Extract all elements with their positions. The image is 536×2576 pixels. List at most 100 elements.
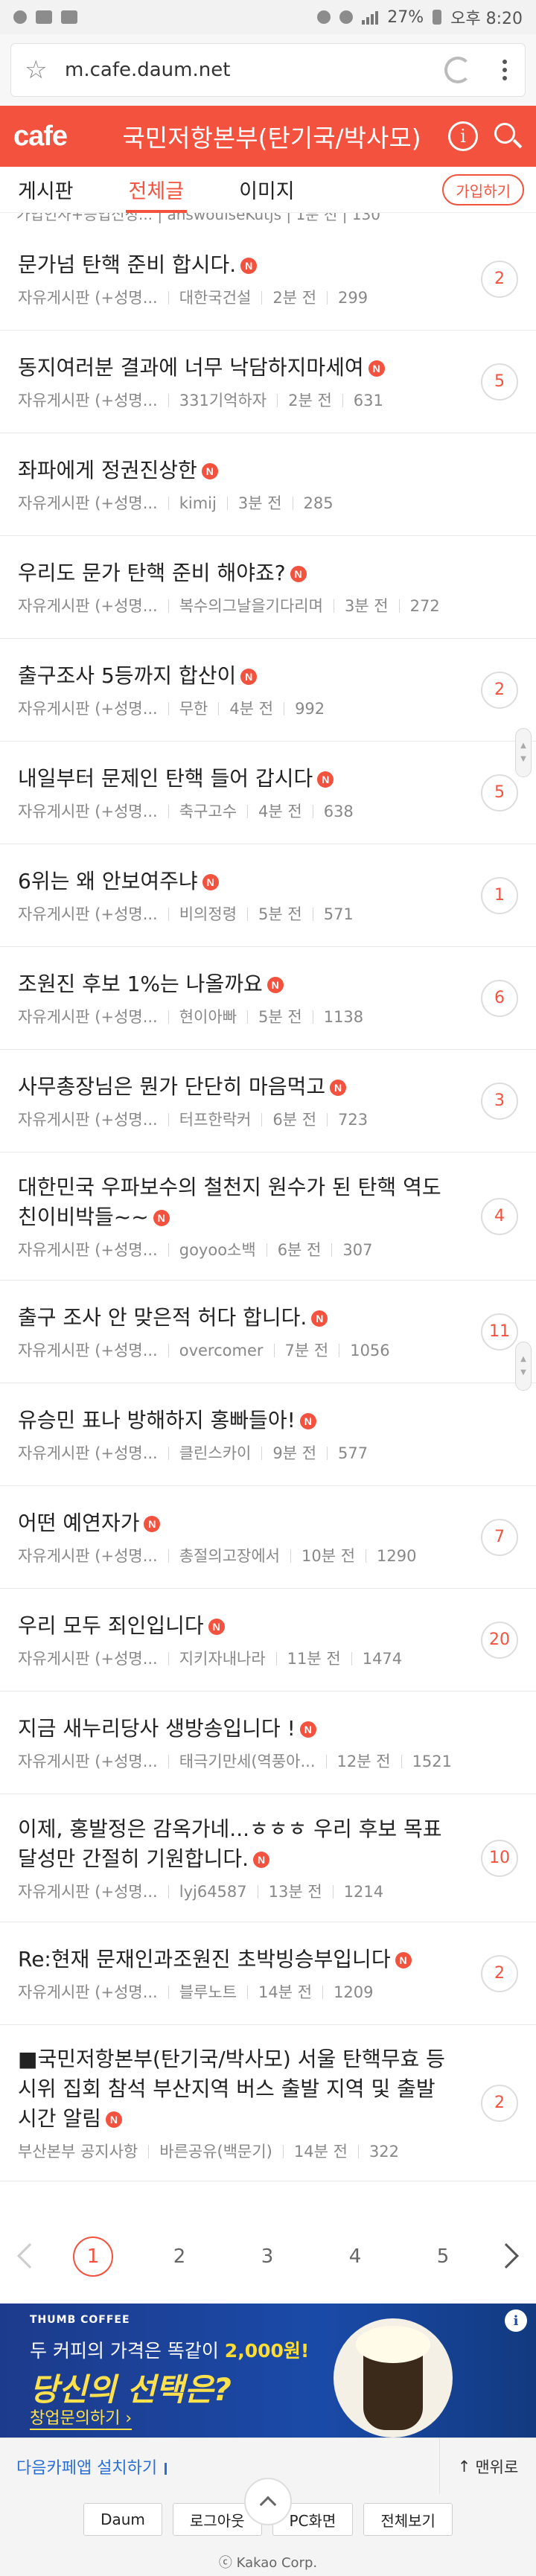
post-title[interactable]: 유승민 표나 방해하지 홍빠들아! N bbox=[18, 1406, 454, 1435]
search-icon[interactable] bbox=[493, 121, 523, 151]
list-item[interactable]: Re:현재 문재인과조원진 초박빙승부입니다 N 자유게시판 (+성명... 블루노트… bbox=[0, 1922, 536, 2025]
comment-count-badge[interactable]: 3 bbox=[481, 1082, 518, 1120]
post-title[interactable]: 사무총장님은 뭔가 단단히 마음먹고 N bbox=[18, 1072, 454, 1102]
page-4[interactable]: 4 bbox=[335, 2237, 375, 2277]
list-item[interactable]: 우리 모두 죄인입니다 N 자유게시판 (+성명... 지키자내나라 11분 전 1474… bbox=[0, 1589, 536, 1692]
list-item[interactable]: 내일부터 문제인 탄핵 들어 갑시다 N 자유게시판 (+성명... 축구고수 4분 전… bbox=[0, 742, 536, 844]
post-title-text[interactable]: 유승민 표나 방해하지 홍빠들아! bbox=[18, 1408, 296, 1432]
post-title[interactable]: 내일부터 문제인 탄핵 들어 갑시다 N bbox=[18, 764, 454, 794]
post-title[interactable]: 문가넘 탄핵 준비 합시다. N bbox=[18, 250, 454, 280]
post-title-text[interactable]: 좌파에게 정권진상한 bbox=[18, 458, 197, 482]
post-title[interactable]: 조원진 후보 1%는 나올까요 N bbox=[18, 969, 454, 999]
page-2[interactable]: 2 bbox=[159, 2237, 200, 2277]
tab-images[interactable]: 이미지 bbox=[239, 167, 295, 213]
post-title-text[interactable]: 사무총장님은 뭔가 단단히 마음먹고 bbox=[18, 1074, 325, 1099]
comment-count-badge[interactable]: 2 bbox=[481, 2084, 518, 2122]
comment-count-badge[interactable]: 11 bbox=[481, 1313, 518, 1351]
post-title[interactable]: 이제, 홍발정은 감옥가네...ㅎㅎㅎ 우리 후보 목표달성만 간절히 기원합니… bbox=[18, 1814, 454, 1874]
more-menu-icon[interactable] bbox=[498, 60, 511, 80]
page-5[interactable]: 5 bbox=[423, 2237, 463, 2277]
post-title-text[interactable]: 조원진 후보 1%는 나올까요 bbox=[18, 972, 263, 996]
post-title[interactable]: ■국민저항본부(탄기국/박사모) 서울 탄핵무효 등 시위 집회 참석 부산지역… bbox=[18, 2044, 454, 2134]
post-title[interactable]: 대한민국 우파보수의 철천지 원수가 된 탄핵 역도친이비박들~~ N bbox=[18, 1173, 454, 1232]
comment-count-badge[interactable]: 7 bbox=[481, 1518, 518, 1556]
post-title[interactable]: 좌파에게 정권진상한 N bbox=[18, 456, 454, 485]
post-meta: 자유게시판 (+성명... 클린스카이 9분 전 577 bbox=[18, 1441, 454, 1464]
info-icon[interactable]: i bbox=[448, 121, 478, 151]
scroll-handle[interactable]: ▲ ▼ bbox=[515, 1342, 532, 1391]
ad-banner[interactable]: THUMB COFFEE 두 커피의 가격은 똑같이 2,000원! 당신의 선… bbox=[0, 2304, 536, 2438]
list-item[interactable]: 우리도 문가 탄핵 준비 해야죠? N 자유게시판 (+성명... 복수의그날을기다리… bbox=[0, 536, 536, 639]
post-title-text[interactable]: 6위는 왜 안보여주냐 bbox=[18, 869, 198, 893]
bookmark-star-icon[interactable]: ☆ bbox=[25, 55, 54, 85]
post-title-text[interactable]: 내일부터 문제인 탄핵 들어 갑시다 bbox=[18, 766, 313, 791]
page-3[interactable]: 3 bbox=[247, 2237, 287, 2277]
post-title-text[interactable]: 우리도 문가 탄핵 준비 해야죠? bbox=[18, 561, 286, 585]
post-title-text[interactable]: 이제, 홍발정은 감옥가네...ㅎㅎㅎ 우리 후보 목표달성만 간절히 기원합니… bbox=[18, 1817, 442, 1871]
post-title-text[interactable]: 대한민국 우파보수의 철천지 원수가 된 탄핵 역도친이비박들~~ bbox=[18, 1175, 441, 1229]
list-item[interactable]: 사무총장님은 뭔가 단단히 마음먹고 N 자유게시판 (+성명... 터프한락커 6분 … bbox=[0, 1050, 536, 1152]
post-title[interactable]: 동지여러분 결과에 너무 낙담하지마세여 N bbox=[18, 353, 454, 383]
list-item[interactable]: 유승민 표나 방해하지 홍빠들아! N 자유게시판 (+성명... 클린스카이 9분 전… bbox=[0, 1383, 536, 1486]
post-title-text[interactable]: ■국민저항본부(탄기국/박사모) 서울 탄핵무효 등 시위 집회 참석 부산지역… bbox=[18, 2047, 445, 2131]
list-item[interactable]: 출구조사 5등까지 합산이 N 자유게시판 (+성명... 무한 4분 전 992 2 bbox=[0, 639, 536, 742]
to-top-button[interactable]: ↑ 맨위로 bbox=[439, 2438, 536, 2495]
comment-count-badge[interactable]: 2 bbox=[481, 1954, 518, 1992]
comment-count-badge[interactable]: 10 bbox=[481, 1839, 518, 1877]
footer-view-all-button[interactable]: 전체보기 bbox=[363, 2503, 453, 2536]
url-text[interactable]: m.cafe.daum.net bbox=[65, 59, 444, 81]
comment-count-badge[interactable]: 2 bbox=[481, 671, 518, 709]
post-title-text[interactable]: 지금 새누리당사 생방송입니다 ! bbox=[18, 1716, 296, 1741]
ad-cta-link[interactable]: 창업문의하기 › bbox=[30, 2405, 133, 2430]
post-title-text[interactable]: 어떤 예연자가 bbox=[18, 1511, 139, 1535]
post-title[interactable]: 출구조사 5등까지 합산이 N bbox=[18, 661, 454, 691]
tab-board[interactable]: 게시판 bbox=[18, 167, 74, 213]
cafe-title[interactable]: 국민저항본부(탄기국/박사모) bbox=[95, 118, 448, 154]
post-title[interactable]: 우리 모두 죄인입니다 N bbox=[18, 1611, 454, 1641]
clipped-list-item[interactable]: 가입인사+등업신청... | answouiseKutjs | 1분 전 | 1… bbox=[0, 213, 536, 228]
list-item[interactable]: 문가넘 탄핵 준비 합시다. N 자유게시판 (+성명... 대한국건설 2분 전 299… bbox=[0, 228, 536, 331]
comment-count-badge[interactable]: 4 bbox=[481, 1197, 518, 1235]
list-item[interactable]: 조원진 후보 1%는 나올까요 N 자유게시판 (+성명... 현이아빠 5분 전 113… bbox=[0, 947, 536, 1050]
next-page-icon[interactable] bbox=[494, 2243, 519, 2269]
list-item[interactable]: 어떤 예연자가 N 자유게시판 (+성명... 총절의고장에서 10분 전 1290 7 bbox=[0, 1486, 536, 1589]
footer-daum-button[interactable]: Daum bbox=[83, 2503, 162, 2536]
post-title-text[interactable]: 우리 모두 죄인입니다 bbox=[18, 1613, 204, 1638]
post-author: 바른공유(백문기) bbox=[159, 2142, 272, 2161]
scroll-up-float-icon[interactable] bbox=[244, 2478, 292, 2525]
comment-count-badge[interactable]: 5 bbox=[481, 774, 518, 812]
comment-count-badge[interactable]: 20 bbox=[481, 1621, 518, 1659]
post-title-text[interactable]: 출구조사 5등까지 합산이 bbox=[18, 663, 236, 688]
install-app-link[interactable]: 다음카페앱 설치하기 bbox=[0, 2455, 439, 2478]
comment-count-badge[interactable]: 5 bbox=[481, 363, 518, 401]
list-item[interactable]: 6위는 왜 안보여주냐 N 자유게시판 (+성명... 비의정령 5분 전 571 1 bbox=[0, 844, 536, 947]
prev-page-icon[interactable] bbox=[17, 2243, 42, 2269]
list-item[interactable]: 대한민국 우파보수의 철천지 원수가 된 탄핵 역도친이비박들~~ N 자유게시판 … bbox=[0, 1152, 536, 1281]
join-button[interactable]: 가입하기 bbox=[442, 174, 524, 205]
list-item[interactable]: 좌파에게 정권진상한 N 자유게시판 (+성명... kimij 3분 전 285 bbox=[0, 433, 536, 536]
comment-count-badge[interactable]: 1 bbox=[481, 876, 518, 914]
post-title[interactable]: 출구 조사 안 맞은적 허다 합니다. N bbox=[18, 1303, 454, 1333]
scroll-handle[interactable]: ▲ ▼ bbox=[515, 728, 532, 777]
ad-info-icon[interactable]: i bbox=[505, 2309, 527, 2332]
post-title-text[interactable]: 동지여러분 결과에 너무 낙담하지마세여 bbox=[18, 355, 364, 380]
post-title-text[interactable]: 출구 조사 안 맞은적 허다 합니다. bbox=[18, 1305, 307, 1330]
list-item[interactable]: 지금 새누리당사 생방송입니다 ! N 자유게시판 (+성명... 태극기만세(역풍아… bbox=[0, 1692, 536, 1794]
reload-icon[interactable] bbox=[444, 57, 471, 83]
post-title[interactable]: 우리도 문가 탄핵 준비 해야죠? N bbox=[18, 558, 454, 588]
list-item[interactable]: ■국민저항본부(탄기국/박사모) 서울 탄핵무효 등 시위 집회 참석 부산지역… bbox=[0, 2025, 536, 2181]
post-title[interactable]: 6위는 왜 안보여주냐 N bbox=[18, 867, 454, 896]
tab-all-posts[interactable]: 전체글 bbox=[125, 167, 187, 213]
address-bar[interactable]: ☆ m.cafe.daum.net bbox=[10, 43, 526, 97]
post-title[interactable]: 지금 새누리당사 생방송입니다 ! N bbox=[18, 1714, 454, 1744]
post-title-text[interactable]: 문가넘 탄핵 준비 합시다. bbox=[18, 252, 236, 277]
list-item[interactable]: 이제, 홍발정은 감옥가네...ㅎㅎㅎ 우리 후보 목표달성만 간절히 기원합니… bbox=[0, 1794, 536, 1922]
post-title[interactable]: 어떤 예연자가 N bbox=[18, 1508, 454, 1538]
list-item[interactable]: 동지여러분 결과에 너무 낙담하지마세여 N 자유게시판 (+성명... 331기억하… bbox=[0, 331, 536, 433]
post-title[interactable]: Re:현재 문재인과조원진 초박빙승부입니다 N bbox=[18, 1945, 454, 1974]
page-1[interactable]: 1 bbox=[73, 2237, 113, 2277]
comment-count-badge[interactable]: 6 bbox=[481, 979, 518, 1017]
list-item[interactable]: 출구 조사 안 맞은적 허다 합니다. N 자유게시판 (+성명... overcom… bbox=[0, 1281, 536, 1383]
comment-count-badge[interactable]: 2 bbox=[481, 260, 518, 298]
post-title-text[interactable]: Re:현재 문재인과조원진 초박빙승부입니다 bbox=[18, 1947, 391, 1971]
